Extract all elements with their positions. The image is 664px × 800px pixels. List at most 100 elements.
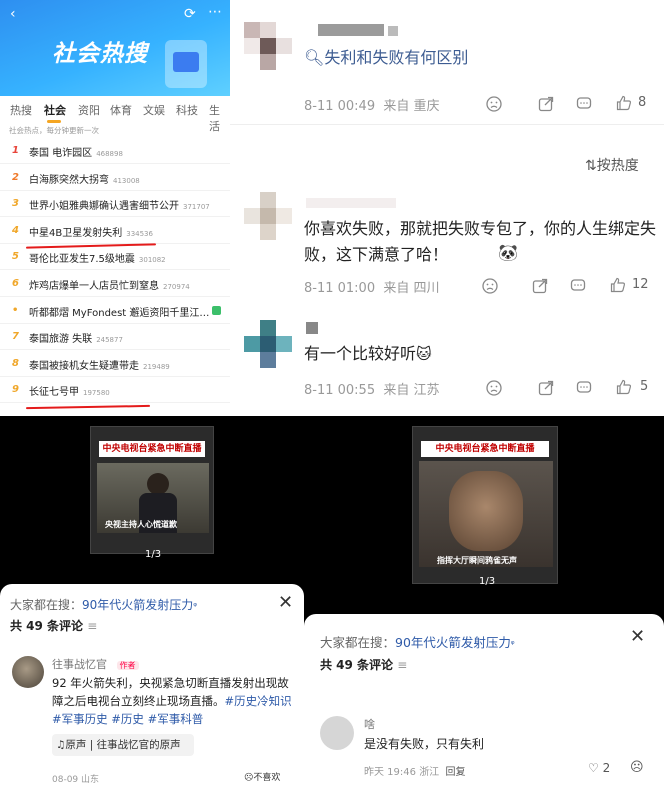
tab-ziyang[interactable]: 资阳 (78, 102, 100, 118)
reply-button[interactable]: 回复 (446, 767, 466, 778)
comment-icon[interactable] (576, 96, 592, 112)
banner-illustration-card (173, 52, 199, 72)
blurred-username (306, 198, 396, 208)
comment-sheet: 大家都在搜：90年代火箭发射压力ᵠ ✕ 共 49 条评论 ≡ 往事战忆官 作者 … (0, 584, 304, 800)
video-player[interactable]: 中央电视台紧急中断直播 央视主持人心慌道歉 (90, 426, 214, 554)
avatar[interactable] (244, 22, 292, 70)
filter-icon[interactable]: ≡ (87, 619, 97, 633)
trending-search[interactable]: 大家都在搜：90年代火箭发射压力ᵠ (320, 632, 515, 651)
sort-icon: ⇅ (585, 158, 597, 174)
share-icon[interactable] (538, 380, 554, 396)
hot-topic-text: 长征七号甲 197580 (29, 387, 110, 399)
comment-icon[interactable] (570, 278, 586, 294)
heat-count: 245877 (96, 336, 123, 345)
page-indicator: 1/3 (145, 549, 162, 560)
video-caption: 指挥大厅瞬间鸦雀无声 (437, 556, 517, 565)
dislike-face-icon: ☹ (244, 773, 254, 783)
like-thumb-icon[interactable] (610, 277, 626, 293)
tab-sports[interactable]: 体育 (110, 102, 132, 118)
heat-count: 270974 (163, 283, 190, 291)
rank-number: 1 (12, 145, 19, 156)
comments-panel: 🔍︎失利和失败有何区别 8-11 00:49 来自 重庆 8 ⇅按热度 你喜欢失… (230, 0, 664, 416)
avatar[interactable] (12, 656, 44, 688)
dislike-button[interactable]: ☹不喜欢 (244, 770, 280, 783)
avatar[interactable] (320, 716, 354, 750)
comment-count: 共 49 条评论 ≡ (320, 658, 408, 672)
hot-list-item[interactable]: • 听都都熠 MyFondest 邂逅资阳千里江… (0, 298, 230, 324)
video-panel-left: 中央电视台紧急中断直播 央视主持人心慌道歉 1/3 大家都在搜：90年代火箭发射… (0, 416, 304, 800)
share-icon[interactable] (532, 278, 548, 294)
tab-hot[interactable]: 热搜 (10, 102, 32, 118)
hot-topic-text: 白海豚突然大拐弯 413008 (29, 174, 140, 186)
video-panel-right: 中央电视台紧急中断直播 指挥大厅瞬间鸦雀无声 1/3 大家都在搜：90年代火箭发… (304, 416, 664, 800)
hot-search-panel: ‹ ⟳ ⋯ 社会热搜 热搜 社会 资阳 体育 文娱 科技 生活 社会热点，每分钟… (0, 0, 230, 416)
avatar[interactable] (244, 320, 292, 368)
trending-search[interactable]: 大家都在搜：90年代火箭发射压力ᵠ (10, 596, 197, 613)
hot-list-item[interactable]: 9 长征七号甲 197580 (0, 377, 230, 404)
update-note: 社会热点，每分钟更新一次 (9, 126, 99, 135)
dislike-face-icon[interactable] (486, 96, 502, 112)
heat-count: 334536 (126, 229, 153, 238)
hot-topic-text: 听都都熠 MyFondest 邂逅资阳千里江… (29, 307, 210, 319)
comment-meta: 8-11 01:00 来自 四川 (304, 281, 440, 296)
comment-sheet: 大家都在搜：90年代火箭发射压力ᵠ ✕ 共 49 条评论 ≡ 啥 是没有失败，只… (304, 614, 664, 800)
hot-list-item[interactable]: 4 中星4B卫星发射失利 334536 (0, 218, 230, 244)
search-link[interactable]: 🔍︎失利和失败有何区别 (304, 44, 468, 68)
rank-number: 8 (12, 357, 19, 369)
back-arrow-icon[interactable]: ‹ (10, 6, 16, 22)
red-underline-mark (25, 404, 151, 410)
sort-button[interactable]: ⇅按热度 (585, 155, 639, 175)
rank-number: 7 (12, 331, 19, 343)
post-meta: 8-11 00:49 来自 重庆 (304, 99, 440, 114)
hot-search-banner: ‹ ⟳ ⋯ 社会热搜 (0, 0, 230, 96)
avatar[interactable] (244, 192, 292, 240)
comment-like-count: 12 (632, 277, 649, 292)
hot-list-item[interactable]: 1 泰国 电诈园区 468898 (0, 138, 230, 164)
blurred-username (318, 24, 384, 36)
hot-topic-text: 泰国被接机女生疑遭带走 219489 (29, 360, 170, 372)
close-icon[interactable]: ✕ (278, 592, 293, 613)
heat-count: 371707 (183, 203, 210, 212)
video-frame (419, 461, 553, 567)
hot-list-item[interactable]: 2 白海豚突然大拐弯 413008 (0, 165, 230, 191)
blurred-username (388, 26, 398, 36)
comment-count: 共 49 条评论 ≡ (10, 619, 98, 633)
more-dots-icon[interactable]: ⋯ (208, 4, 222, 20)
like-thumb-icon[interactable] (616, 95, 632, 111)
video-banner-text: 中央电视台紧急中断直播 (99, 441, 205, 457)
tab-entertainment[interactable]: 文娱 (143, 102, 165, 118)
filter-icon[interactable]: ≡ (397, 658, 407, 672)
category-tabs: 热搜 社会 资阳 体育 文娱 科技 生活 (0, 98, 230, 133)
like-thumb-icon[interactable] (616, 379, 632, 395)
rank-number: 6 (12, 278, 19, 289)
tab-society[interactable]: 社会 (44, 102, 66, 118)
comment-icon[interactable] (576, 380, 592, 396)
comment-text: 你喜欢失败，那就把失败专包了，你的人生绑定失败，这下满意了哈！ (304, 219, 657, 264)
post-like-count: 8 (638, 95, 647, 110)
tab-life[interactable]: 生活 (209, 102, 230, 134)
hot-list-item[interactable]: 6 炸鸡店爆单一人店员忙到窒息 270974 (0, 271, 230, 297)
hot-list-item[interactable]: 3 世界小姐雅典娜确认遇害细节公开 371707 (0, 191, 230, 218)
tab-tech[interactable]: 科技 (176, 102, 198, 118)
close-icon[interactable]: ✕ (630, 626, 645, 647)
search-icon: ᵠ (193, 602, 198, 612)
original-sound-chip[interactable]: ♫原声 | 往事战忆官的原声 (52, 734, 194, 756)
hot-list-item[interactable]: 8 泰国被接机女生疑遭带走 219489 (0, 351, 230, 377)
heat-count: 197580 (83, 389, 110, 398)
emoji-icon: 🐱 (416, 345, 432, 363)
video-player[interactable]: 中央电视台紧急中断直播 指挥大厅瞬间鸦雀无声 (412, 426, 558, 584)
like-button[interactable]: ♡ 2 (588, 761, 610, 775)
hot-list-item[interactable]: 7 泰国旅游 失联 245877 (0, 324, 230, 351)
share-icon[interactable] (538, 96, 554, 112)
rank-number: 3 (12, 198, 19, 210)
comment-author[interactable]: 往事战忆官 作者 (52, 656, 139, 672)
dislike-face-icon[interactable] (482, 278, 498, 294)
page-indicator: 1/3 (479, 576, 496, 587)
hot-topic-text: 世界小姐雅典娜确认遇害细节公开 371707 (29, 201, 210, 213)
heart-icon: ♡ (588, 761, 599, 775)
refresh-icon[interactable]: ⟳ (184, 6, 196, 22)
dislike-face-icon[interactable]: ☹ (630, 760, 644, 775)
dislike-face-icon[interactable] (486, 380, 502, 396)
hot-topic-text: 哥伦比亚发生7.5级地震 301082 (29, 254, 166, 266)
comment-author[interactable]: 啥 (364, 716, 375, 732)
